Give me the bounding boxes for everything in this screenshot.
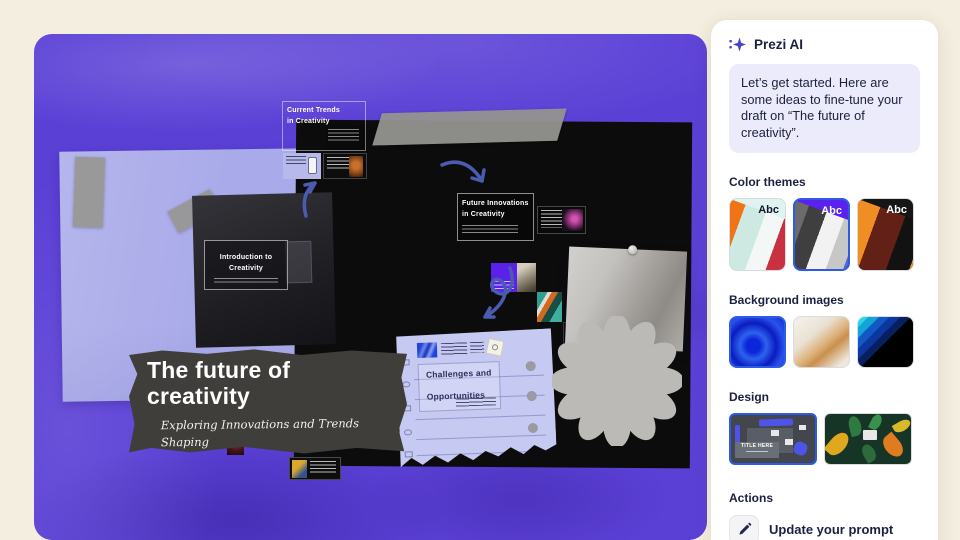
text-placeholder <box>310 461 336 475</box>
subcard-importance[interactable] <box>289 457 341 480</box>
notepad-title-box: Challenges and Opportunities <box>418 361 502 412</box>
margin-glyph <box>402 381 410 387</box>
color-theme-option-1[interactable]: Abc <box>729 198 786 271</box>
design-decor <box>792 440 809 457</box>
pin-icon <box>628 245 637 254</box>
slide-current-trends-subcards[interactable] <box>283 153 367 179</box>
food-image <box>349 156 363 177</box>
ruled-line <box>416 415 546 421</box>
design-row: TITLE HERE <box>729 413 920 465</box>
slide-title: Future Innovations <box>462 200 529 207</box>
color-theme-row: Abc Abc Abc <box>729 198 920 271</box>
leaf-decor <box>859 442 878 464</box>
pencil-icon <box>729 515 759 540</box>
slide-title: Current Trends <box>287 107 340 114</box>
panel-title: Prezi AI <box>754 37 803 52</box>
background-option-blue-flower-selected[interactable] <box>729 316 786 368</box>
photo-thumb <box>517 263 536 292</box>
theme-sample-text: Abc <box>758 204 779 216</box>
presentation-canvas[interactable]: Current Trends in Creativity Future Inno… <box>34 34 707 540</box>
leaf-decor <box>879 431 907 460</box>
design-decor <box>746 451 768 452</box>
section-label-design: Design <box>729 390 920 404</box>
leaf-decor <box>868 413 884 431</box>
phone-image <box>308 157 317 174</box>
slide-future-innovations[interactable]: Future Innovations in Creativity <box>457 193 534 241</box>
photo-detail <box>285 241 312 284</box>
background-image-row <box>729 316 920 368</box>
ai-art-image <box>562 209 583 231</box>
slide-current-trends[interactable]: Current Trends in Creativity <box>282 101 366 151</box>
color-theme-option-3[interactable]: Abc <box>857 198 914 271</box>
notepad-title: Challenges and <box>426 367 492 379</box>
hole-mark <box>528 423 538 433</box>
subcard-ai-art[interactable] <box>537 206 586 234</box>
design-option-2-leaves[interactable] <box>824 413 912 465</box>
theme-sample-text: Abc <box>821 205 842 217</box>
tape-strip <box>73 156 105 227</box>
design-title-block: TITLE HERE <box>735 442 779 458</box>
cover-title: The future of <box>147 357 290 383</box>
subcard-creative-industries[interactable] <box>491 263 536 292</box>
section-label-background-images: Background images <box>729 293 920 307</box>
stamp-image <box>486 338 505 357</box>
leaf-decor <box>892 417 912 435</box>
leaf-decor <box>824 428 852 458</box>
text-placeholder <box>470 342 484 353</box>
slide-title: in Creativity <box>287 118 330 125</box>
leaf-decor <box>847 414 864 436</box>
flower-graphic <box>552 316 682 446</box>
margin-glyph <box>404 429 412 435</box>
hole-mark <box>527 391 537 401</box>
design-decor <box>863 430 877 440</box>
design-decor <box>785 439 793 445</box>
sparkle-icon <box>729 36 746 53</box>
slide-text-block <box>325 125 365 150</box>
cover-title-block[interactable]: The future of creativity Exploring Innov… <box>129 346 407 458</box>
text-placeholder <box>541 210 563 228</box>
text-placeholder <box>494 281 514 289</box>
update-prompt-label: Update your prompt <box>769 522 893 537</box>
subcard-technology[interactable] <box>323 153 367 179</box>
cover-title: creativity <box>147 383 250 409</box>
background-option-dark-geometric[interactable] <box>857 316 914 368</box>
text-placeholder <box>327 157 349 171</box>
theme-sample-text: Abc <box>886 204 907 216</box>
prezi-ai-panel: Prezi AI Let’s get started. Here are som… <box>711 20 938 540</box>
update-prompt-button[interactable]: Update your prompt <box>729 515 920 540</box>
design-decor <box>759 418 793 426</box>
design-option-1-selected[interactable]: TITLE HERE <box>729 413 817 465</box>
text-placeholder <box>441 342 467 356</box>
section-label-actions: Actions <box>729 491 920 505</box>
tape-strip <box>372 108 566 145</box>
subcard-social-media[interactable] <box>283 153 321 179</box>
blue-pattern-image <box>417 342 438 358</box>
ruled-line <box>416 435 546 441</box>
photo-thumb <box>292 460 307 478</box>
color-theme-option-2-selected[interactable]: Abc <box>793 198 850 271</box>
slide-introduction[interactable]: Introduction to Creativity <box>204 240 288 290</box>
hole-mark <box>526 361 536 371</box>
assistant-message: Let’s get started. Here are some ideas t… <box>729 64 920 153</box>
slide-title: Introduction to Creativity <box>205 253 287 275</box>
page: { "app": { "name": "Prezi AI" }, "assist… <box>0 0 960 540</box>
margin-glyph <box>405 451 413 457</box>
slide-title: in Creativity <box>462 211 505 218</box>
text-placeholder <box>328 129 359 141</box>
design-title-text: TITLE HERE <box>735 442 779 451</box>
flower-shape[interactable] <box>552 316 682 446</box>
cover-subtitle: Exploring Innovations and Trends Shaping <box>161 416 359 449</box>
text-placeholder <box>214 278 278 285</box>
text-placeholder <box>456 397 496 406</box>
design-decor <box>799 425 806 430</box>
design-decor <box>771 430 779 436</box>
panel-header: Prezi AI <box>729 36 920 52</box>
text-placeholder <box>286 156 306 166</box>
text-placeholder <box>462 225 518 233</box>
section-label-color-themes: Color themes <box>729 175 920 189</box>
background-option-light-abstract[interactable] <box>793 316 850 368</box>
